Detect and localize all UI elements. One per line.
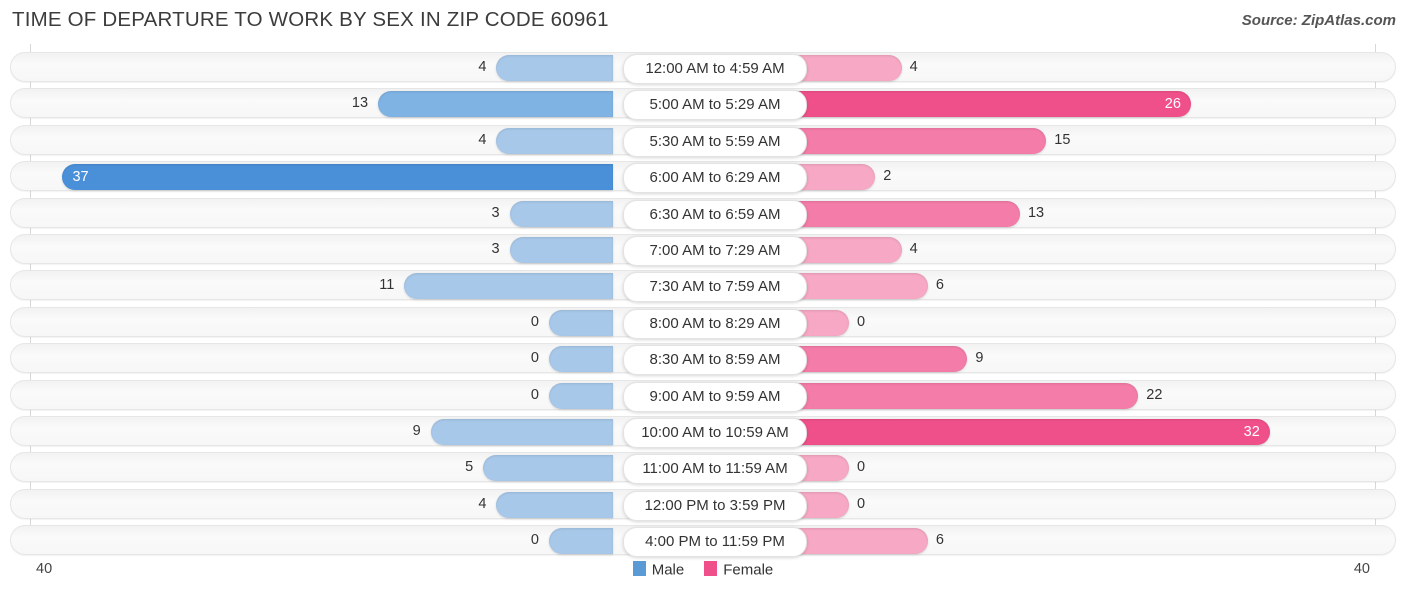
chart-row: 4 4 12:00 AM to 4:59 AM bbox=[10, 52, 1396, 84]
bar-value-female: 26 bbox=[1164, 96, 1181, 113]
legend-item-female[interactable]: Female bbox=[704, 561, 773, 579]
chart-row: 4 0 12:00 PM to 3:59 PM bbox=[10, 488, 1396, 521]
bar-value-male: 9 bbox=[412, 423, 421, 439]
source-attribution: Source: ZipAtlas.com bbox=[1241, 12, 1396, 29]
bar-value-male: 5 bbox=[465, 459, 474, 476]
bar-male bbox=[509, 237, 613, 263]
chart-row: 4 15 5:30 AM to 5:59 AM bbox=[10, 124, 1396, 157]
bar-male bbox=[496, 127, 613, 154]
category-label: 5:00 AM to 5:29 AM bbox=[623, 90, 807, 121]
bar-male: 37 bbox=[62, 164, 613, 191]
bar-value-male: 0 bbox=[530, 386, 539, 403]
category-label: 8:00 AM to 8:29 AM bbox=[623, 308, 807, 339]
chart-plot-area: 4 4 12:00 AM to 4:59 AM 13 26 5:00 AM to 5:29… bbox=[0, 44, 1406, 558]
chart-header: TIME OF DEPARTURE TO WORK BY SEX IN ZIP … bbox=[0, 0, 1406, 44]
legend-item-male[interactable]: Male bbox=[632, 561, 685, 579]
bar-male bbox=[430, 419, 613, 445]
bar-value-male: 0 bbox=[530, 532, 539, 549]
bar-value-male: 0 bbox=[530, 350, 539, 367]
bar-male bbox=[549, 382, 613, 409]
category-label: 6:00 AM to 6:29 AM bbox=[623, 163, 807, 194]
bar-female bbox=[785, 382, 1139, 409]
legend-swatch-icon bbox=[632, 561, 646, 576]
legend-swatch-icon bbox=[704, 561, 718, 576]
bar-male bbox=[483, 455, 613, 482]
category-label: 10:00 AM to 10:59 AM bbox=[623, 418, 807, 448]
category-label: 6:30 AM to 6:59 AM bbox=[623, 199, 807, 230]
bar-value-male: 3 bbox=[491, 204, 500, 221]
chart-row: 0 9 8:30 AM to 8:59 AM bbox=[10, 343, 1396, 376]
bar-value-female: 32 bbox=[1243, 424, 1260, 440]
category-label: 7:00 AM to 7:29 AM bbox=[623, 236, 807, 266]
category-label: 5:30 AM to 5:59 AM bbox=[623, 126, 807, 157]
bar-male bbox=[404, 273, 613, 300]
bar-male bbox=[378, 91, 613, 118]
bar-female: 32 bbox=[785, 419, 1270, 445]
bar-value-female: 2 bbox=[883, 168, 892, 185]
bar-value-male: 3 bbox=[491, 241, 500, 257]
bar-value-female: 9 bbox=[975, 350, 984, 367]
bar-value-female: 6 bbox=[935, 532, 944, 549]
bar-female bbox=[785, 200, 1020, 227]
bar-female bbox=[785, 127, 1047, 154]
category-label: 4:00 PM to 11:59 PM bbox=[623, 527, 807, 558]
bar-female: 26 bbox=[785, 91, 1191, 118]
category-label: 9:00 AM to 9:59 AM bbox=[623, 381, 807, 412]
category-label: 12:00 AM to 4:59 AM bbox=[623, 54, 807, 84]
chart-row: 0 0 8:00 AM to 8:29 AM bbox=[10, 306, 1396, 339]
chart-legend: Male Female bbox=[0, 561, 1406, 579]
bar-value-male: 4 bbox=[478, 495, 487, 512]
bar-value-male: 0 bbox=[530, 313, 539, 330]
category-label: 12:00 PM to 3:59 PM bbox=[623, 490, 807, 521]
bar-value-female: 0 bbox=[857, 495, 866, 512]
chart-row: 3 4 7:00 AM to 7:29 AM bbox=[10, 234, 1396, 266]
bar-value-male: 4 bbox=[478, 131, 487, 148]
category-label: 7:30 AM to 7:59 AM bbox=[623, 272, 807, 303]
bar-male bbox=[549, 309, 613, 336]
bar-value-female: 6 bbox=[935, 277, 944, 294]
chart-row: 3 13 6:30 AM to 6:59 AM bbox=[10, 197, 1396, 230]
bar-value-female: 4 bbox=[909, 241, 918, 257]
chart-row: 13 26 5:00 AM to 5:29 AM bbox=[10, 88, 1396, 121]
bar-value-female: 4 bbox=[909, 59, 918, 75]
bar-value-female: 0 bbox=[857, 313, 866, 330]
bar-value-male: 11 bbox=[379, 277, 395, 294]
bar-value-female: 0 bbox=[857, 459, 866, 476]
legend-label: Female bbox=[723, 561, 774, 579]
bar-male bbox=[496, 491, 613, 518]
category-label: 8:30 AM to 8:59 AM bbox=[623, 345, 807, 376]
bar-value-female: 13 bbox=[1027, 204, 1045, 221]
bar-male bbox=[496, 55, 613, 81]
bar-value-male: 37 bbox=[72, 169, 89, 186]
chart-row: 37 2 6:00 AM to 6:29 AM bbox=[10, 161, 1396, 194]
bar-female bbox=[785, 346, 968, 373]
category-label: 11:00 AM to 11:59 AM bbox=[623, 454, 807, 485]
bar-male bbox=[509, 200, 613, 227]
chart-row: 5 0 11:00 AM to 11:59 AM bbox=[10, 452, 1396, 485]
chart-row: 0 22 9:00 AM to 9:59 AM bbox=[10, 379, 1396, 412]
chart-row: 9 32 10:00 AM to 10:59 AM bbox=[10, 416, 1396, 448]
bar-value-male: 4 bbox=[478, 59, 487, 75]
bar-value-male: 13 bbox=[351, 95, 369, 112]
bar-value-female: 22 bbox=[1146, 386, 1163, 403]
chart-row: 11 6 7:30 AM to 7:59 AM bbox=[10, 270, 1396, 303]
legend-label: Male bbox=[651, 561, 685, 579]
bar-value-female: 15 bbox=[1054, 131, 1071, 148]
bar-male bbox=[549, 346, 613, 373]
page-title: TIME OF DEPARTURE TO WORK BY SEX IN ZIP … bbox=[12, 8, 609, 31]
